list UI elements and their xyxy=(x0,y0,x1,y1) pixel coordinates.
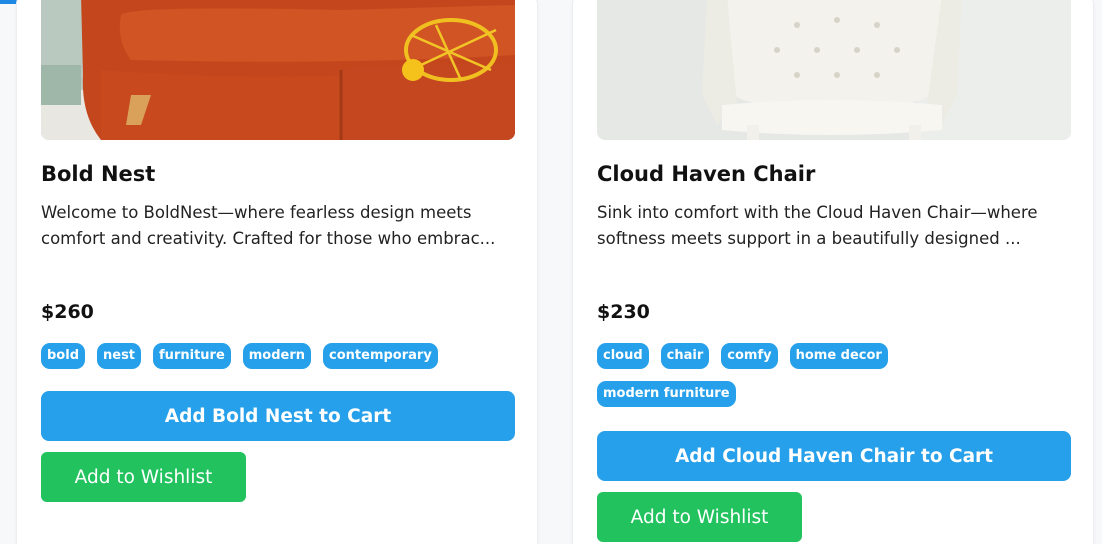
tag-badge[interactable]: home decor xyxy=(789,343,888,369)
product-description: Welcome to BoldNest—where fearless desig… xyxy=(41,203,496,248)
product-price: $260 xyxy=(41,301,94,323)
product-image-sofa xyxy=(41,0,515,140)
product-title: Cloud Haven Chair xyxy=(597,162,816,186)
tag-badge[interactable]: furniture xyxy=(153,343,231,369)
tag-badge[interactable]: modern furniture xyxy=(597,381,736,407)
tag-badge[interactable]: chair xyxy=(660,343,710,369)
tag-badge[interactable]: contemporary xyxy=(323,343,438,369)
product-image-chair xyxy=(597,0,1071,140)
product-description: Sink into comfort with the Cloud Haven C… xyxy=(597,203,1038,248)
product-grid: Bold Nest Welcome to BoldNest—where fear… xyxy=(0,0,1102,544)
add-to-cart-button[interactable]: Add Bold Nest to Cart xyxy=(41,391,515,441)
tag-badge[interactable]: modern xyxy=(242,343,312,369)
tag-list: cloud chair comfy home decor modern furn… xyxy=(597,343,927,407)
tag-badge[interactable]: nest xyxy=(97,343,142,369)
add-to-wishlist-button[interactable]: Add to Wishlist xyxy=(597,492,802,542)
add-to-wishlist-button[interactable]: Add to Wishlist xyxy=(41,452,246,502)
tag-badge[interactable]: cloud xyxy=(597,343,649,369)
tag-badge[interactable]: comfy xyxy=(721,343,778,369)
product-card-bold-nest: Bold Nest Welcome to BoldNest—where fear… xyxy=(16,0,538,544)
product-card-cloud-haven-chair: Cloud Haven Chair Sink into comfort with… xyxy=(572,0,1094,544)
tag-badge[interactable]: bold xyxy=(41,343,85,369)
product-title: Bold Nest xyxy=(41,162,156,186)
tag-list: bold nest furniture modern contemporary xyxy=(41,343,481,369)
product-price: $230 xyxy=(597,301,650,323)
add-to-cart-button[interactable]: Add Cloud Haven Chair to Cart xyxy=(597,431,1071,481)
